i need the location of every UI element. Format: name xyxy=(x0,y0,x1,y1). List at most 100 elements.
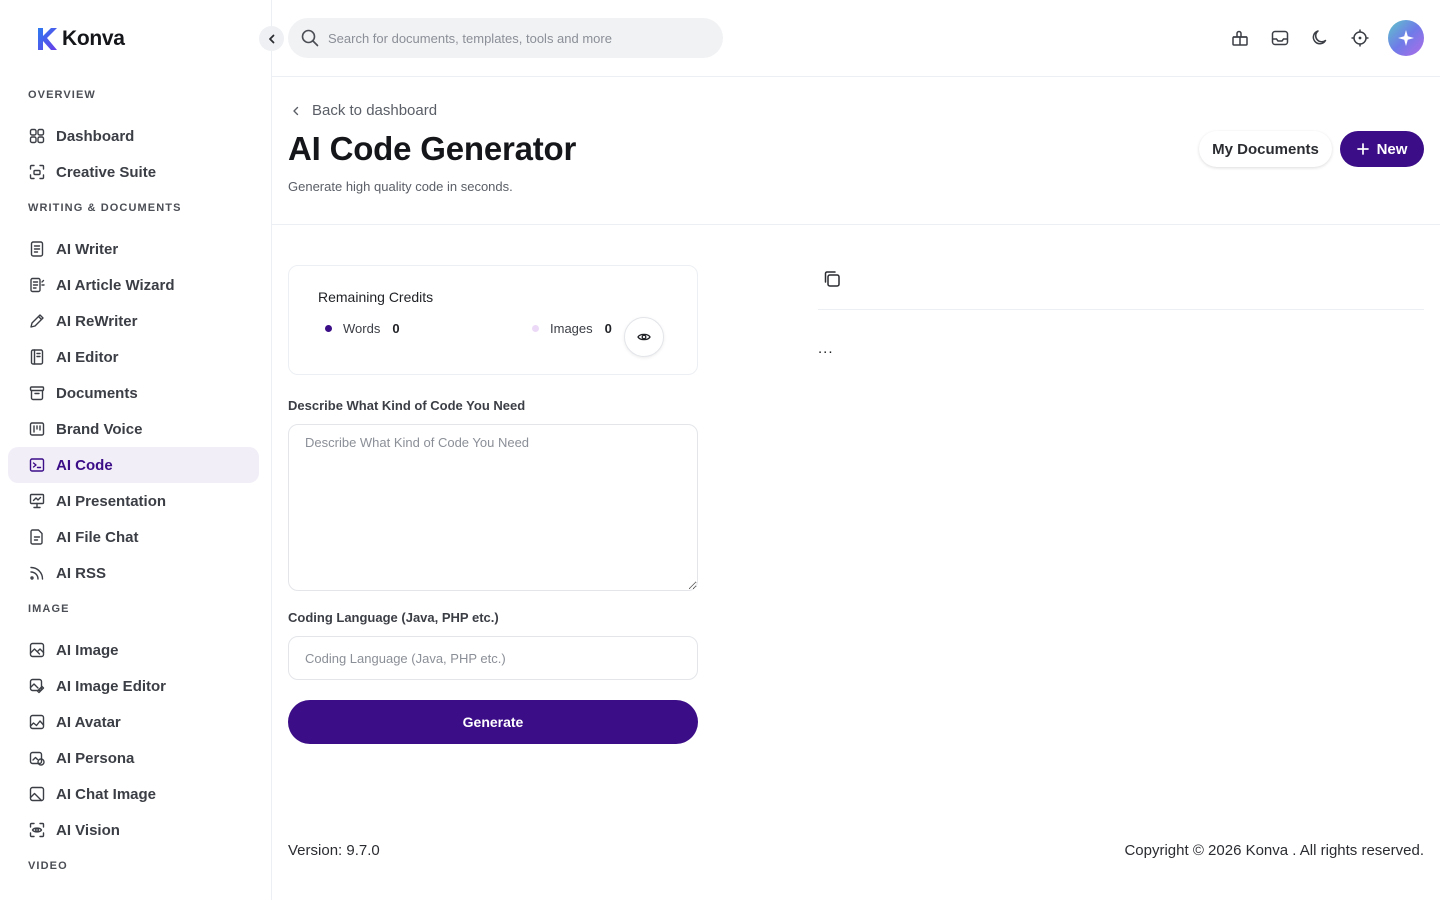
sidebar: Konva OVERVIEW Dashboard Creative Suite WRI… xyxy=(0,0,272,900)
image-icon xyxy=(29,642,45,658)
persona-icon xyxy=(29,751,45,766)
chat-image-icon xyxy=(29,786,45,802)
plus-icon xyxy=(1356,143,1369,155)
remaining-credits-card: Remaining Credits Words 0 Images 0 xyxy=(288,265,698,375)
sidebar-item-label: AI File Chat xyxy=(56,528,139,546)
back-to-dashboard-link[interactable]: Back to dashboard xyxy=(290,102,437,119)
grid-icon xyxy=(29,128,45,144)
words-credit: Words 0 xyxy=(325,321,400,336)
avatar-image-icon xyxy=(29,714,45,730)
sidebar-item-label: Creative Suite xyxy=(56,163,157,181)
konva-logo-icon xyxy=(38,28,57,50)
archive-icon xyxy=(29,386,45,401)
sparkle-avatar-icon xyxy=(1398,30,1414,46)
sidebar-item-label: Brand Voice xyxy=(56,420,143,438)
sidebar-item-label: AI Code xyxy=(56,456,113,474)
sidebar-item-ai-editor[interactable]: AI Editor xyxy=(8,339,259,375)
sidebar-item-label: Documents xyxy=(56,384,138,402)
pen-icon xyxy=(30,314,44,328)
sidebar-item-label: AI Article Wizard xyxy=(56,276,175,294)
gift-icon[interactable] xyxy=(1230,28,1250,48)
images-label: Images xyxy=(550,321,593,336)
image-editor-icon xyxy=(29,678,45,694)
new-button-label: New xyxy=(1376,140,1408,158)
page-subtitle: Generate high quality code in seconds. xyxy=(288,179,513,194)
search-input[interactable] xyxy=(328,30,708,46)
language-input[interactable] xyxy=(288,636,698,680)
crosshair-icon[interactable] xyxy=(1350,28,1370,48)
sidebar-item-ai-writer[interactable]: AI Writer xyxy=(8,231,259,267)
page-title: AI Code Generator xyxy=(288,130,577,167)
brand-logo[interactable]: Konva xyxy=(36,26,125,52)
sidebar-item-label: Dashboard xyxy=(56,127,135,145)
user-avatar[interactable] xyxy=(1388,20,1424,56)
copy-icon[interactable] xyxy=(822,269,842,289)
description-textarea[interactable] xyxy=(288,424,698,591)
sidebar-item-creative-suite[interactable]: Creative Suite xyxy=(8,154,259,190)
sidebar-item-ai-chat-image[interactable]: AI Chat Image xyxy=(8,776,259,812)
chevron-left-icon xyxy=(293,106,299,115)
version-text: Version: 9.7.0 xyxy=(288,842,380,859)
brand-name: Konva xyxy=(62,27,125,50)
copyright-text: Copyright © 2026 Konva . All rights rese… xyxy=(1124,842,1424,859)
sidebar-item-ai-persona[interactable]: AI Persona xyxy=(8,740,259,776)
images-credit: Images 0 xyxy=(532,321,612,336)
sidebar-item-label: AI Editor xyxy=(56,348,119,366)
sidebar-item-label: AI Image xyxy=(56,641,119,659)
sidebar-item-label: AI Persona xyxy=(56,749,135,767)
editor-icon xyxy=(30,349,44,365)
sidebar-item-brand-voice[interactable]: Brand Voice xyxy=(8,411,259,447)
sidebar-item-documents[interactable]: Documents xyxy=(8,375,259,411)
output-divider xyxy=(818,309,1424,310)
header-divider xyxy=(272,224,1440,225)
sidebar-item-ai-file-chat[interactable]: AI File Chat xyxy=(8,519,259,555)
sidebar-item-ai-article-wizard[interactable]: AI Article Wizard xyxy=(8,267,259,303)
words-label: Words xyxy=(343,321,381,336)
sidebar-item-dashboard[interactable]: Dashboard xyxy=(8,118,259,154)
sidebar-item-ai-rss[interactable]: AI RSS xyxy=(8,555,259,591)
presentation-icon xyxy=(29,493,45,509)
moon-icon[interactable] xyxy=(1310,28,1330,48)
credits-title: Remaining Credits xyxy=(318,289,434,305)
eye-icon xyxy=(637,333,651,341)
back-label: Back to dashboard xyxy=(312,102,438,119)
terminal-icon xyxy=(29,458,45,472)
sidebar-section-title: VIDEO xyxy=(28,860,68,872)
words-dot xyxy=(325,325,332,332)
sidebar-collapse-button[interactable] xyxy=(259,26,284,51)
top-bar xyxy=(272,0,1440,77)
sidebar-item-label: AI Presentation xyxy=(56,492,167,510)
sidebar-item-label: AI Chat Image xyxy=(56,785,157,803)
vision-icon xyxy=(29,822,45,838)
sidebar-item-label: AI Avatar xyxy=(56,713,121,731)
sidebar-item-label: AI Writer xyxy=(56,240,119,258)
search-icon xyxy=(301,29,319,47)
chevron-left-icon xyxy=(268,34,274,43)
sidebar-item-label: AI Image Editor xyxy=(56,677,167,695)
new-button[interactable]: New xyxy=(1340,131,1424,167)
file-chat-icon xyxy=(30,529,43,545)
sidebar-item-ai-image[interactable]: AI Image xyxy=(8,632,259,668)
search-bar[interactable] xyxy=(288,18,723,58)
sidebar-section-title: OVERVIEW xyxy=(28,89,96,101)
sidebar-item-ai-code[interactable]: AI Code xyxy=(8,447,259,483)
description-label: Describe What Kind of Code You Need xyxy=(288,398,526,413)
sidebar-item-label: AI ReWriter xyxy=(56,312,138,330)
sidebar-item-ai-rewriter[interactable]: AI ReWriter xyxy=(8,303,259,339)
sidebar-item-label: AI RSS xyxy=(56,564,107,582)
creative-suite-icon xyxy=(29,164,45,180)
my-documents-button[interactable]: My Documents xyxy=(1199,131,1332,167)
generate-button[interactable]: Generate xyxy=(288,700,698,744)
language-label: Coding Language (Java, PHP etc.) xyxy=(288,610,499,625)
rss-icon xyxy=(30,566,44,580)
words-value: 0 xyxy=(392,321,400,336)
sidebar-section-title: WRITING & DOCUMENTS xyxy=(28,202,182,214)
images-dot xyxy=(532,325,539,332)
sidebar-item-ai-avatar[interactable]: AI Avatar xyxy=(8,704,259,740)
view-credits-button[interactable] xyxy=(624,317,664,357)
inbox-icon[interactable] xyxy=(1270,28,1290,48)
sidebar-item-ai-vision[interactable]: AI Vision xyxy=(8,812,259,848)
article-icon xyxy=(30,277,45,293)
sidebar-item-ai-presentation[interactable]: AI Presentation xyxy=(8,483,259,519)
sidebar-item-ai-image-editor[interactable]: AI Image Editor xyxy=(8,668,259,704)
